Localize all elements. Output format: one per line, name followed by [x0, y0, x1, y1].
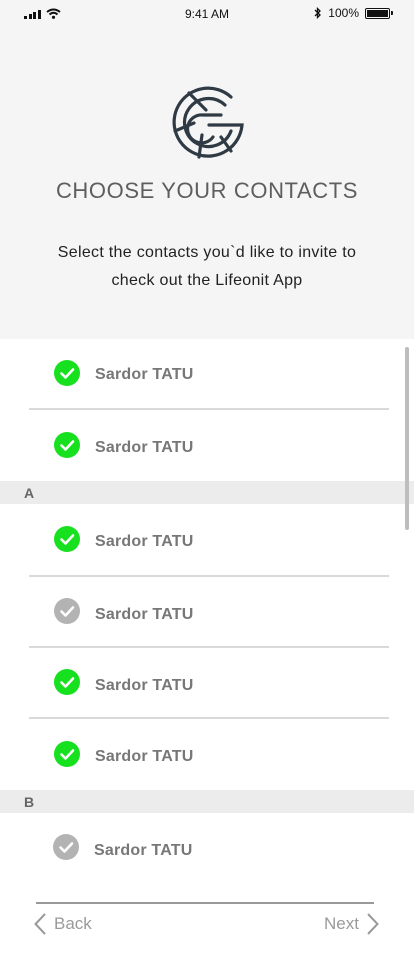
contact-list[interactable]: Sardor TATU Sardor TATU A Sardor TATU Sa… [0, 339, 414, 880]
battery-percent: 100% [328, 6, 359, 20]
logo-g-icon [172, 86, 244, 159]
chevron-left-icon [34, 913, 46, 935]
subtitle-line-1: Select the contacts you`d like to invite… [57, 244, 357, 261]
contact-row[interactable]: Sardor TATU [0, 577, 414, 647]
contact-name: Sardor TATU [95, 748, 194, 765]
checkmark-circle-icon[interactable] [54, 598, 80, 624]
bluetooth-icon [314, 7, 322, 19]
back-label: Back [54, 914, 92, 933]
page-title: CHOOSE YOUR CONTACTS [55, 178, 359, 203]
subtitle-line-2: check out the Lifeonit App [111, 272, 303, 289]
status-right: 100% [314, 6, 393, 20]
contact-name: Sardor TATU [95, 677, 194, 694]
checkmark-circle-icon[interactable] [54, 432, 80, 458]
contact-row[interactable]: Sardor TATU [0, 719, 414, 789]
page-subtitle: Select the contacts you`d like to invite… [30, 239, 384, 295]
contact-name: Sardor TATU [95, 533, 194, 550]
checkmark-circle-icon[interactable] [54, 360, 80, 386]
battery-fill [367, 9, 388, 17]
section-header-b: B [0, 790, 414, 813]
contact-name: Sardor TATU [95, 366, 194, 383]
section-letter: A [24, 485, 35, 501]
next-button[interactable]: Next [324, 911, 379, 937]
contact-row[interactable]: Sardor TATU [0, 504, 414, 574]
status-bar: 9:41 AM 100% [0, 0, 414, 28]
next-label: Next [324, 914, 359, 933]
battery-icon [365, 7, 393, 19]
contact-row[interactable]: Sardor TATU [0, 339, 414, 409]
contact-name: Sardor TATU [95, 606, 194, 623]
footer-divider [36, 902, 374, 904]
contact-row[interactable]: Sardor TATU [0, 410, 414, 480]
section-header-a: A [0, 481, 414, 504]
checkmark-circle-icon[interactable] [54, 741, 80, 767]
contact-row[interactable]: Sardor TATU [0, 648, 414, 718]
contact-name: Sardor TATU [95, 439, 194, 456]
header: CHOOSE YOUR CONTACTS Select the contacts… [0, 28, 414, 339]
checkmark-circle-icon[interactable] [53, 834, 79, 860]
scrollbar-thumb[interactable] [405, 347, 409, 530]
footer-nav: Back Next [0, 880, 414, 973]
section-letter: B [24, 794, 35, 810]
checkmark-circle-icon[interactable] [54, 669, 80, 695]
back-button[interactable]: Back [34, 911, 92, 937]
contact-name: Sardor TATU [94, 842, 193, 859]
contact-row[interactable]: Sardor TATU [0, 813, 414, 880]
chevron-right-icon [367, 913, 379, 935]
checkmark-circle-icon[interactable] [54, 526, 80, 552]
